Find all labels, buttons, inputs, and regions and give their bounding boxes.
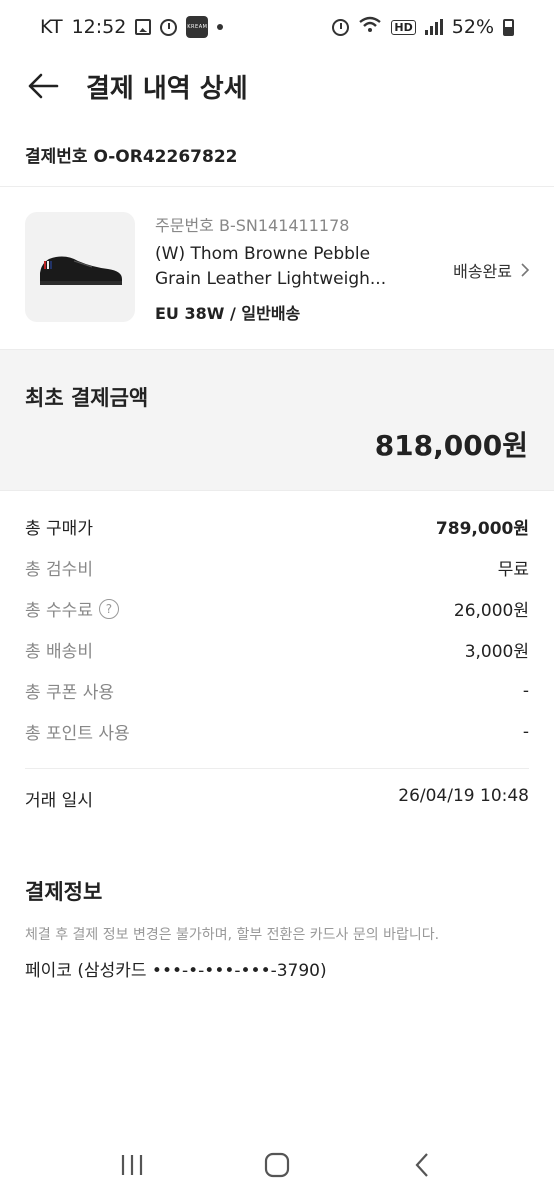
gallery-notification-icon (135, 19, 152, 35)
breakdown-row-shipping: 총 배송비 3,000원 (25, 629, 529, 670)
alarm-notification-icon (160, 18, 178, 36)
nav-back-icon (415, 1153, 428, 1177)
total-payment-label: 최초 결제금액 (25, 386, 149, 410)
recents-button[interactable] (107, 1140, 157, 1190)
delivery-status-link[interactable]: 배송완료 (453, 258, 530, 282)
status-left: KT 12:52 KREAM (40, 16, 224, 38)
payment-breakdown: 총 구매가 789,000원 총 검수비 무료 총 수수료 ? 26,000원 … (25, 506, 529, 752)
breakdown-label: 총 수수료 (25, 601, 93, 621)
app-notification-icon: KREAM (186, 16, 209, 38)
payment-info-title: 결제정보 (25, 880, 103, 904)
payment-info-notice: 체결 후 결제 정보 변경은 불가하며, 할부 전환은 카드사 문의 바랍니다. (25, 927, 440, 943)
divider (25, 768, 529, 769)
breakdown-row-coupon: 총 쿠폰 사용 - (25, 670, 529, 711)
order-number: 주문번호 B-SN141411178 (155, 216, 350, 235)
breakdown-label: 총 구매가 (25, 519, 93, 539)
signal-icon (424, 19, 443, 35)
breakdown-label-wrap: 총 수수료 ? (25, 596, 119, 621)
breakdown-value: 789,000원 (435, 519, 529, 539)
divider (0, 186, 554, 187)
more-notifications-dot-icon (217, 24, 224, 30)
question-circle-icon[interactable]: ? (98, 598, 119, 619)
breakdown-value: 26,000원 (453, 601, 529, 621)
breakdown-value: 무료 (497, 560, 529, 580)
page-title: 결제 내역 상세 (86, 73, 248, 104)
back-button[interactable] (26, 69, 60, 103)
product-name-line1: (W) Thom Browne Pebble (155, 244, 371, 264)
system-nav-bar (0, 1130, 554, 1200)
hd-voice-icon: HD (391, 19, 416, 35)
breakdown-label: 총 배송비 (25, 642, 93, 662)
product-info: 주문번호 B-SN141411178 (W) Thom Browne Pebbl… (155, 212, 415, 324)
breakdown-value: - (522, 680, 529, 701)
breakdown-row-fee: 총 수수료 ? 26,000원 (25, 588, 529, 629)
delivery-status-label: 배송완료 (453, 262, 512, 281)
carrier-label: KT (40, 16, 63, 38)
breakdown-label: 총 검수비 (25, 560, 93, 580)
breakdown-row-purchase: 총 구매가 789,000원 (25, 506, 529, 547)
trade-datetime-label: 거래 일시 (25, 791, 93, 811)
breakdown-label: 총 쿠폰 사용 (25, 683, 115, 703)
breakdown-row-points: 총 포인트 사용 - (25, 711, 529, 752)
status-right: HD 52% (332, 16, 514, 39)
breakdown-label: 총 포인트 사용 (25, 724, 130, 744)
product-name-line2: Grain Leather Lightweigh... (155, 269, 387, 289)
clock-time: 12:52 (71, 16, 127, 38)
nav-back-button[interactable] (397, 1140, 447, 1190)
product-name: (W) Thom Browne Pebble Grain Leather Lig… (155, 242, 415, 292)
breakdown-row-inspection: 총 검수비 무료 (25, 547, 529, 588)
home-button[interactable] (252, 1140, 302, 1190)
alarm-icon (332, 18, 350, 36)
breakdown-value: 3,000원 (464, 642, 529, 662)
shoe-image (40, 256, 122, 285)
payment-number: 결제번호 O-OR42267822 (25, 147, 238, 167)
battery-icon (503, 18, 514, 36)
app-header: 결제 내역 상세 (0, 54, 554, 118)
total-payment-section: 최초 결제금액 818,000원 (0, 349, 554, 491)
chevron-right-icon (521, 263, 530, 277)
product-option: EU 38W / 일반배송 (155, 304, 301, 323)
status-bar: KT 12:52 KREAM HD 52% (0, 0, 554, 54)
recents-icon (122, 1155, 143, 1175)
product-thumbnail (25, 212, 135, 322)
breakdown-value: - (522, 721, 529, 742)
battery-percent: 52% (451, 16, 494, 38)
trade-datetime-value: 26/04/19 10:48 (398, 786, 529, 806)
payment-method: 페이코 (삼성카드 •••-•-•••-•••-3790) (25, 961, 327, 981)
arrow-left-icon (28, 73, 59, 99)
total-payment-value: 818,000원 (374, 429, 528, 462)
product-card[interactable]: 주문번호 B-SN141411178 (W) Thom Browne Pebbl… (0, 188, 554, 348)
wifi-icon (358, 16, 382, 39)
home-icon (264, 1152, 290, 1178)
trade-datetime-row: 거래 일시 26/04/19 10:48 (25, 786, 529, 811)
